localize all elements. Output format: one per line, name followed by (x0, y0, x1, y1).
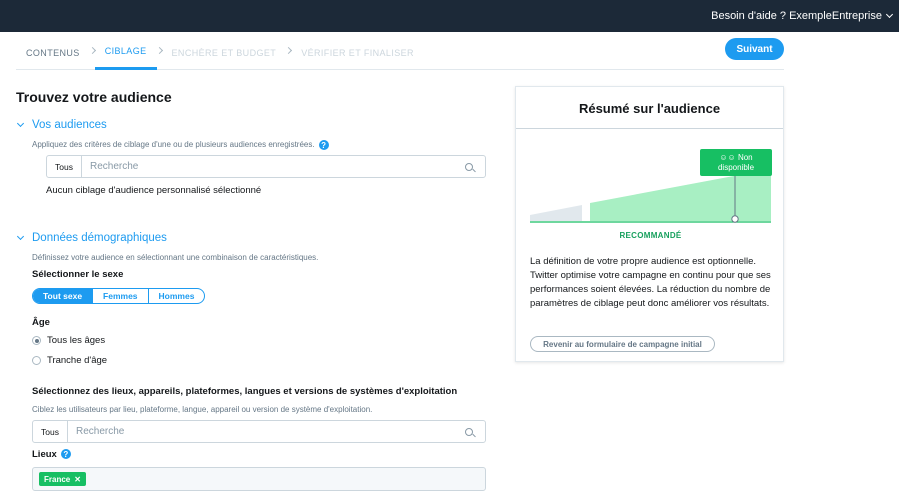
chevron-down-icon (16, 232, 25, 240)
account-menu[interactable]: ExempleEntreprise (789, 10, 894, 22)
help-icon[interactable]: ? (60, 449, 71, 460)
locations-scope-dropdown[interactable]: Tous (33, 421, 68, 442)
close-icon[interactable]: ✕ (74, 475, 81, 484)
availability-tag: ☺☺ Non disponible (700, 149, 772, 176)
gauge-marker (731, 215, 739, 223)
radio-selected-icon (32, 336, 41, 345)
recommended-label: RECOMMANDÉ (619, 231, 682, 240)
age-option-range-label: Tranche d'âge (47, 355, 108, 366)
sex-option-women[interactable]: Femmes (93, 289, 149, 303)
help-link[interactable]: Besoin d'aide ? (711, 10, 786, 22)
demographics-heading: Données démographiques (32, 232, 167, 244)
chevron-down-icon (885, 10, 894, 19)
demographics-description: Définissez votre audience en sélectionna… (32, 253, 319, 262)
next-button[interactable]: Suivant (725, 38, 784, 60)
age-option-all[interactable]: Tous les âges (32, 335, 105, 346)
audiences-heading: Vos audiences (32, 119, 107, 131)
location-chip: France ✕ (39, 472, 86, 486)
step-enchere-budget[interactable]: ENCHÈRE ET BUDGET (162, 32, 287, 70)
selected-locations[interactable]: France ✕ (32, 467, 486, 491)
age-option-all-label: Tous les âges (47, 335, 106, 346)
locations-search-input[interactable] (67, 421, 465, 442)
search-icon (465, 162, 473, 171)
age-option-range[interactable]: Tranche d'âge (32, 355, 107, 366)
audiences-section-toggle[interactable]: Vos audiences (16, 119, 107, 131)
sex-option-all[interactable]: Tout sexe (33, 289, 94, 303)
audiences-scope-dropdown[interactable]: Tous (47, 156, 82, 177)
gauge-narrow-segment (530, 205, 582, 221)
gauge-recommended-segment (590, 169, 771, 221)
lieux-label: Lieux? (32, 449, 71, 460)
campaign-steps: CONTENUS CIBLAGE ENCHÈRE ET BUDGET VÉRIF… (16, 32, 784, 70)
top-bar: Besoin d'aide ? ExempleEntreprise (0, 0, 899, 32)
back-to-initial-form-button[interactable]: Revenir au formulaire de campagne initia… (530, 336, 715, 352)
age-label: Âge (32, 317, 50, 328)
radio-icon (32, 356, 41, 365)
step-contenus[interactable]: CONTENUS (16, 32, 90, 70)
location-chip-label: France (44, 474, 71, 484)
sex-selector: Tout sexe Femmes Hommes (32, 288, 206, 304)
audiences-description-text: Appliquez des critères de ciblage d'une … (32, 140, 315, 150)
step-verifier-finaliser[interactable]: VÉRIFIER ET FINALISER (291, 32, 424, 70)
help-icon[interactable]: ? (318, 140, 329, 150)
sex-option-men[interactable]: Hommes (149, 289, 205, 303)
locations-heading: Sélectionnez des lieux, appareils, plate… (32, 386, 458, 397)
search-icon (465, 427, 473, 436)
divider (516, 128, 783, 129)
sex-label: Sélectionner le sexe (32, 269, 124, 280)
step-ciblage[interactable]: CIBLAGE (94, 32, 157, 70)
tag-line-2: disponible (717, 163, 755, 172)
lieux-label-text: Lieux (32, 449, 57, 460)
tag-line-1: Non (737, 153, 753, 162)
locations-search: Tous (32, 420, 486, 443)
audiences-search-input[interactable] (81, 156, 465, 177)
chevron-down-icon (16, 119, 25, 127)
summary-title: Résumé sur l'audience (578, 101, 721, 116)
summary-text: La définition de votre propre audience e… (530, 256, 771, 309)
locations-description: Ciblez les utilisateurs par lieu, platef… (32, 405, 373, 414)
audiences-search: Tous (46, 155, 486, 178)
audiences-description: Appliquez des critères de ciblage d'une … (32, 140, 329, 150)
page-title: Trouvez votre audience (16, 89, 172, 105)
audience-summary-card: Résumé sur l'audience ☺☺ Non disponible … (515, 86, 784, 362)
audiences-empty-text: Aucun ciblage d'audience personnalisé sé… (46, 185, 262, 196)
people-icon: ☺☺ (719, 153, 736, 162)
demographics-section-toggle[interactable]: Données démographiques (16, 232, 167, 244)
account-name: ExempleEntreprise (789, 10, 882, 22)
